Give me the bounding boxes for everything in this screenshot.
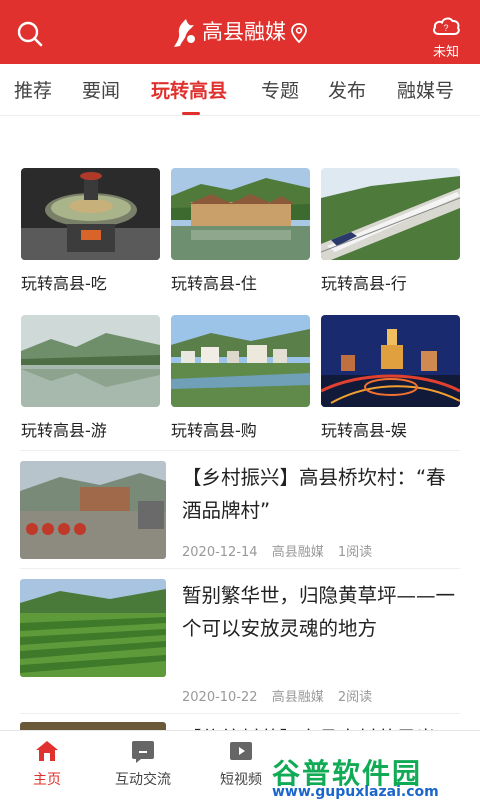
river-landscape-image xyxy=(21,315,160,407)
nav-home[interactable]: 主页 xyxy=(2,739,92,789)
tab-recommend[interactable]: 推荐 xyxy=(14,76,52,103)
logo-icon xyxy=(174,19,195,47)
grid-caption: 玩转高县-住 xyxy=(171,274,257,293)
location-pin-icon[interactable] xyxy=(290,23,308,43)
grid-item-tour[interactable]: 玩转高县-游 xyxy=(21,315,160,441)
svg-text:?: ? xyxy=(443,23,448,33)
news-source: 高县融媒 xyxy=(271,690,324,705)
tab-publish[interactable]: 发布 xyxy=(328,76,366,103)
news-date: 2020-10-22 xyxy=(182,690,258,705)
weather-icon: ? xyxy=(433,17,460,35)
tab-news[interactable]: 要闻 xyxy=(82,76,120,103)
app-title-text: 高县融媒 xyxy=(202,20,286,44)
high-speed-train-image xyxy=(321,168,460,260)
news-meta: 2020-12-14 高县融媒 1阅读 xyxy=(182,541,382,560)
grid-caption: 玩转高县-游 xyxy=(21,421,107,440)
news-date: 2020-12-14 xyxy=(182,545,258,560)
grid-item-stay[interactable]: 玩转高县-住 xyxy=(171,168,310,294)
tab-media-accounts[interactable]: 融媒号 xyxy=(397,76,454,103)
app-header: 高县融媒 ? 未知 xyxy=(0,0,480,64)
grid-caption: 玩转高县-吃 xyxy=(21,274,107,293)
chat-icon xyxy=(132,741,154,763)
tab-explore-gaoxian[interactable]: 玩转高县 xyxy=(151,76,227,103)
divider xyxy=(20,713,460,714)
nav-home-label: 主页 xyxy=(33,772,61,788)
lakeside-houses-image xyxy=(171,168,310,260)
news-meta: 2020-10-22 高县融媒 2阅读 xyxy=(182,686,382,705)
grid-item-shop[interactable]: 玩转高县-购 xyxy=(171,315,310,441)
divider xyxy=(20,568,460,569)
grid-caption: 玩转高县-购 xyxy=(171,421,257,440)
village-image xyxy=(20,461,166,559)
home-icon xyxy=(36,741,58,761)
app-title: 高县融媒 xyxy=(0,14,480,50)
nav-interaction[interactable]: 互动交流 xyxy=(98,739,188,789)
news-item[interactable]: 暂别繁华世，归隐黄草坪——一个可以安放灵魂的地方 2020-10-22 高县融媒… xyxy=(20,579,460,709)
town-view-image xyxy=(171,315,310,407)
news-title: 【乡村振兴】高县桥坎村：“春酒品牌村” xyxy=(182,466,446,522)
nav-short-video-label: 短视频 xyxy=(220,772,262,788)
watermark: 谷普软件园 www.gupuxlazai.com xyxy=(262,752,480,800)
video-icon xyxy=(230,742,252,760)
nav-interaction-label: 互动交流 xyxy=(115,772,171,788)
news-source: 高县融媒 xyxy=(271,545,324,560)
night-city-image xyxy=(321,315,460,407)
hotpot-image xyxy=(21,168,160,260)
news-item[interactable]: 【乡村振兴】高县桥坎村：“春酒品牌村” 2020-12-14 高县融媒 1阅读 xyxy=(20,461,460,561)
tab-topics[interactable]: 专题 xyxy=(261,76,299,103)
grid-item-travel[interactable]: 玩转高县-行 xyxy=(321,168,460,294)
weather-widget[interactable]: ? 未知 xyxy=(426,14,466,60)
grid-item-eat[interactable]: 玩转高县-吃 xyxy=(21,168,160,294)
news-reads: 1阅读 xyxy=(337,545,373,560)
active-tab-indicator xyxy=(182,112,200,115)
grid-item-entertain[interactable]: 玩转高县-娱 xyxy=(321,315,460,441)
news-title: 暂别繁华世，归隐黄草坪——一个可以安放灵魂的地方 xyxy=(182,584,456,640)
tea-terraces-image xyxy=(20,579,166,677)
divider xyxy=(20,450,460,451)
news-reads: 2阅读 xyxy=(337,690,373,705)
grid-caption: 玩转高县-娱 xyxy=(321,421,407,440)
watermark-url: www.gupuxlazai.com xyxy=(272,784,439,800)
grid-caption: 玩转高县-行 xyxy=(321,274,407,293)
weather-label: 未知 xyxy=(432,45,459,60)
category-tabs: 推荐 要闻 玩转高县 专题 发布 融媒号 xyxy=(0,64,480,116)
